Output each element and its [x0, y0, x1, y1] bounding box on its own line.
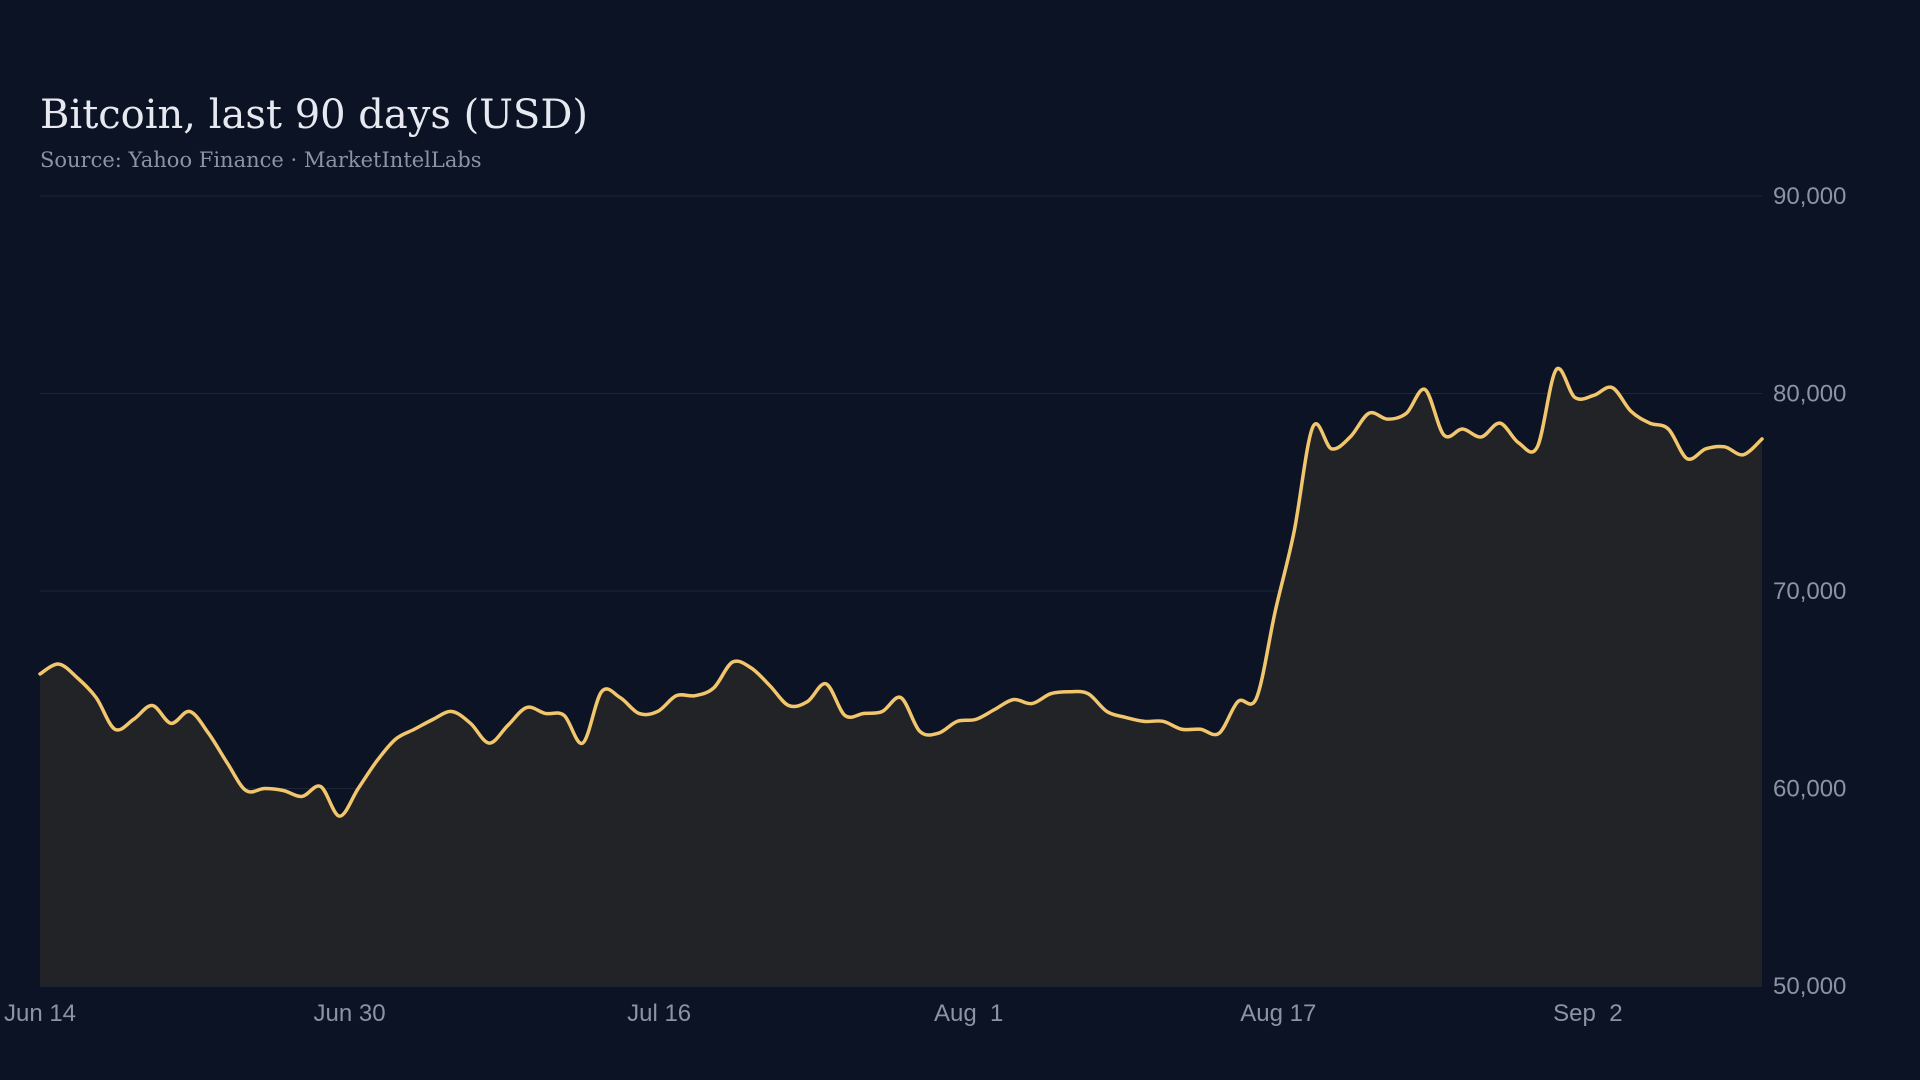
x-tick-label: Jul 16: [627, 1000, 691, 1027]
y-tick-label: 60,000: [1773, 776, 1846, 803]
chart-subtitle: Source: Yahoo Finance · MarketIntelLabs: [40, 148, 482, 172]
x-tick-label: Jun 14: [4, 1000, 76, 1027]
y-tick-label: 70,000: [1773, 578, 1846, 605]
x-tick-label: Sep 2: [1553, 1000, 1622, 1027]
bitcoin-price-chart: Bitcoin, last 90 days (USD) Source: Yaho…: [0, 0, 1920, 1080]
x-tick-label: Jun 30: [314, 1000, 386, 1027]
y-tick-label: 90,000: [1773, 183, 1846, 210]
x-tick-label: Aug 17: [1240, 1000, 1316, 1027]
chart-title: Bitcoin, last 90 days (USD): [40, 92, 588, 138]
x-tick-label: Aug 1: [934, 1000, 1003, 1027]
y-tick-label: 80,000: [1773, 381, 1846, 408]
y-tick-label: 50,000: [1773, 973, 1846, 1000]
